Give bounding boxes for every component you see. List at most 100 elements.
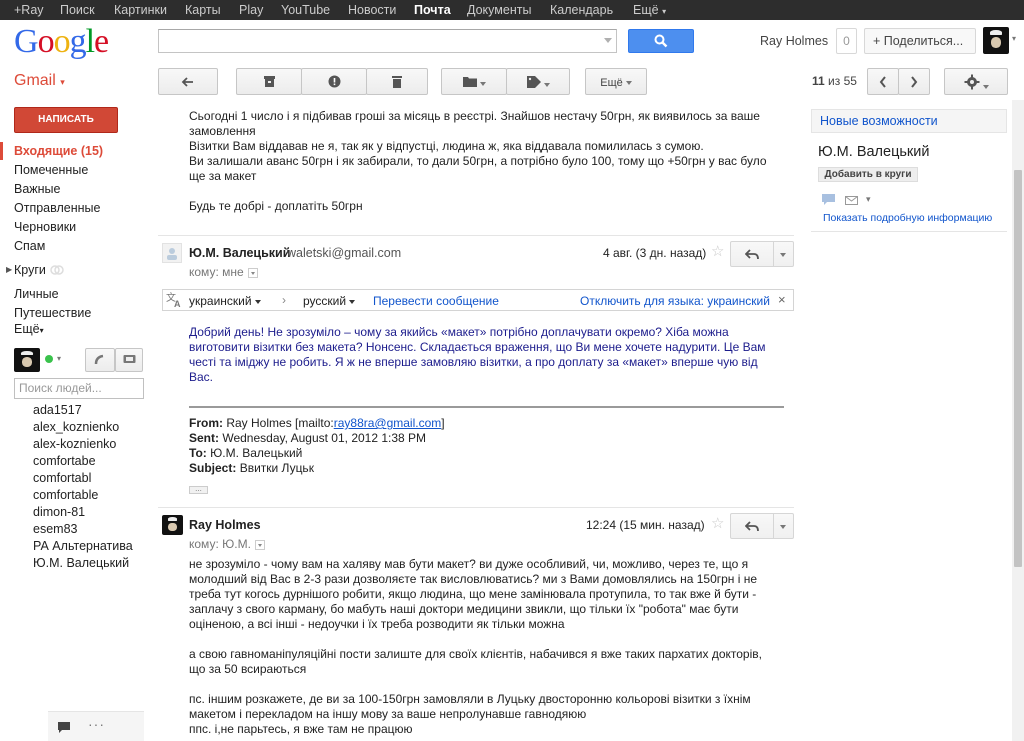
more-actions-button[interactable]: Ещё (585, 68, 647, 95)
video-icon (123, 355, 135, 363)
message-date[interactable]: 12:24 (15 мин. назад) (586, 518, 705, 532)
back-button[interactable] (158, 68, 218, 95)
contact-item[interactable]: comfortabe (33, 454, 96, 468)
account-menu-icon[interactable]: ▾ (1012, 34, 1016, 43)
message-body-line: Візитки Вам віддавав не я, так як у відп… (189, 139, 704, 153)
contact-item[interactable]: alex_koznienko (33, 420, 119, 434)
contact-item[interactable]: dimon-81 (33, 505, 85, 519)
reply-icon (744, 249, 759, 260)
nav-news[interactable]: Новости (348, 3, 396, 17)
sidebar-item-drafts[interactable]: Черновики (14, 220, 76, 234)
expand-circles-icon[interactable]: ▶ (6, 265, 12, 274)
move-to-button[interactable] (441, 68, 507, 95)
show-trimmed-content-button[interactable]: ... (189, 485, 208, 494)
contact-item[interactable]: РА Альтернатива (33, 539, 133, 553)
message-body-line: честі та іміджу не робить. Я ж не вперше… (189, 355, 758, 369)
online-status-icon[interactable] (45, 355, 53, 363)
contact-actions-menu-icon[interactable]: ▾ (866, 194, 871, 205)
message-menu-button[interactable] (774, 241, 794, 267)
newer-button[interactable] (867, 68, 899, 95)
add-to-circles-button[interactable]: Добавить в круги (818, 167, 918, 182)
user-name[interactable]: Ray Holmes (760, 34, 828, 48)
reply-button[interactable] (730, 513, 774, 539)
gmail-menu[interactable]: Gmail ▾ (14, 72, 65, 90)
account-avatar[interactable] (983, 27, 1009, 54)
chat-icon[interactable] (822, 194, 835, 206)
reply-button[interactable] (730, 241, 774, 267)
delete-button[interactable] (366, 68, 428, 95)
sidebar-item-circles[interactable]: Круги (14, 263, 46, 277)
disable-translation-link[interactable]: Отключить для языка: украинский (580, 294, 770, 308)
nav-calendar[interactable]: Календарь (550, 3, 613, 17)
sidebar-item-personal[interactable]: Личные (14, 287, 59, 301)
translate-message-link[interactable]: Перевести сообщение (373, 294, 499, 308)
sidebar-item-inbox[interactable]: Входящие (15) (14, 144, 103, 158)
contact-name[interactable]: Ю.М. Валецький (818, 144, 929, 160)
labels-button[interactable] (506, 68, 570, 95)
recipient-details-icon[interactable] (254, 539, 265, 550)
more-options-icon[interactable]: ··· (88, 716, 105, 732)
search-button[interactable] (628, 29, 694, 53)
show-details-link[interactable]: Показать подробную информацию (823, 212, 992, 224)
video-chat-button[interactable] (115, 348, 143, 372)
nav-maps[interactable]: Карты (185, 3, 221, 17)
nav-play[interactable]: Play (239, 3, 263, 17)
sidebar-item-important[interactable]: Важные (14, 182, 61, 196)
recipient-line[interactable]: кому: мне (189, 265, 258, 279)
contact-item[interactable]: comfortable (33, 488, 98, 502)
nav-search[interactable]: Поиск (60, 3, 95, 17)
call-button[interactable] (85, 348, 115, 372)
archive-button[interactable] (236, 68, 302, 95)
target-language-select[interactable]: русский (303, 294, 356, 308)
nav-plus-ray[interactable]: +Ray (14, 3, 44, 17)
share-button[interactable]: + Поделиться... (864, 28, 976, 54)
recipient-details-icon[interactable] (247, 267, 258, 278)
chevron-right-icon (911, 76, 918, 88)
nav-mail[interactable]: Почта (414, 3, 451, 17)
contact-item[interactable]: ada1517 (33, 403, 82, 417)
quoted-subject: Subject: Ввитки Луцьк (189, 461, 314, 475)
nav-youtube[interactable]: YouTube (281, 3, 330, 17)
compose-button[interactable]: НАПИСАТЬ (14, 107, 118, 133)
search-options-icon[interactable] (603, 35, 613, 45)
sidebar-item-spam[interactable]: Спам (14, 239, 45, 253)
contact-item[interactable]: comfortabl (33, 471, 91, 485)
settings-button[interactable] (944, 68, 1008, 95)
message-menu-button[interactable] (774, 513, 794, 539)
quoted-email-link[interactable]: ray88ra@gmail.com (334, 416, 442, 430)
message-body-line: заплачу з свого карману, бо мабуть наші … (189, 602, 739, 616)
sender-name[interactable]: Ю.М. Валецький (189, 246, 290, 260)
older-button[interactable] (898, 68, 930, 95)
sidebar-item-more[interactable]: Ещё▾ (14, 322, 44, 336)
people-search-input[interactable]: Поиск людей... (14, 378, 144, 399)
message-date[interactable]: 4 авг. (3 дн. назад) (603, 246, 706, 260)
google-logo[interactable]: Google (14, 22, 109, 62)
status-menu-icon[interactable]: ▾ (57, 354, 61, 363)
contact-item[interactable]: Ю.М. Валецький (33, 556, 129, 570)
nav-more[interactable]: Ещё ▾ (633, 3, 666, 17)
source-language-select[interactable]: украинский (189, 294, 261, 308)
sidebar-item-sent[interactable]: Отправленные (14, 201, 100, 215)
chat-bubble-icon[interactable] (58, 722, 70, 733)
nav-docs[interactable]: Документы (467, 3, 531, 17)
chat-self-avatar[interactable] (14, 348, 40, 372)
sender-name[interactable]: Ray Holmes (189, 518, 261, 532)
sidebar-item-starred[interactable]: Помеченные (14, 163, 88, 177)
star-icon[interactable]: ☆ (711, 244, 724, 259)
scrollbar-thumb[interactable] (1014, 170, 1022, 567)
notification-count[interactable]: 0 (836, 28, 857, 54)
message-body-line: виготовити візитки без макета? Нонсенс. … (189, 340, 766, 354)
whats-new-link[interactable]: Новые возможности (811, 109, 1007, 133)
star-icon[interactable]: ☆ (711, 516, 724, 531)
search-input[interactable] (158, 29, 617, 53)
sidebar-item-travel[interactable]: Путешествие (14, 306, 91, 320)
report-spam-button[interactable] (301, 68, 367, 95)
contact-item[interactable]: alex-koznienko (33, 437, 116, 451)
recipient-line[interactable]: кому: Ю.М. (189, 537, 265, 551)
close-icon[interactable]: × (778, 292, 786, 307)
contact-item[interactable]: esem83 (33, 522, 77, 536)
quoted-from: From: Ray Holmes [mailto:ray88ra@gmail.c… (189, 416, 445, 430)
sender-avatar-placeholder (162, 243, 182, 263)
nav-images[interactable]: Картинки (114, 3, 167, 17)
mail-icon[interactable] (845, 196, 858, 205)
